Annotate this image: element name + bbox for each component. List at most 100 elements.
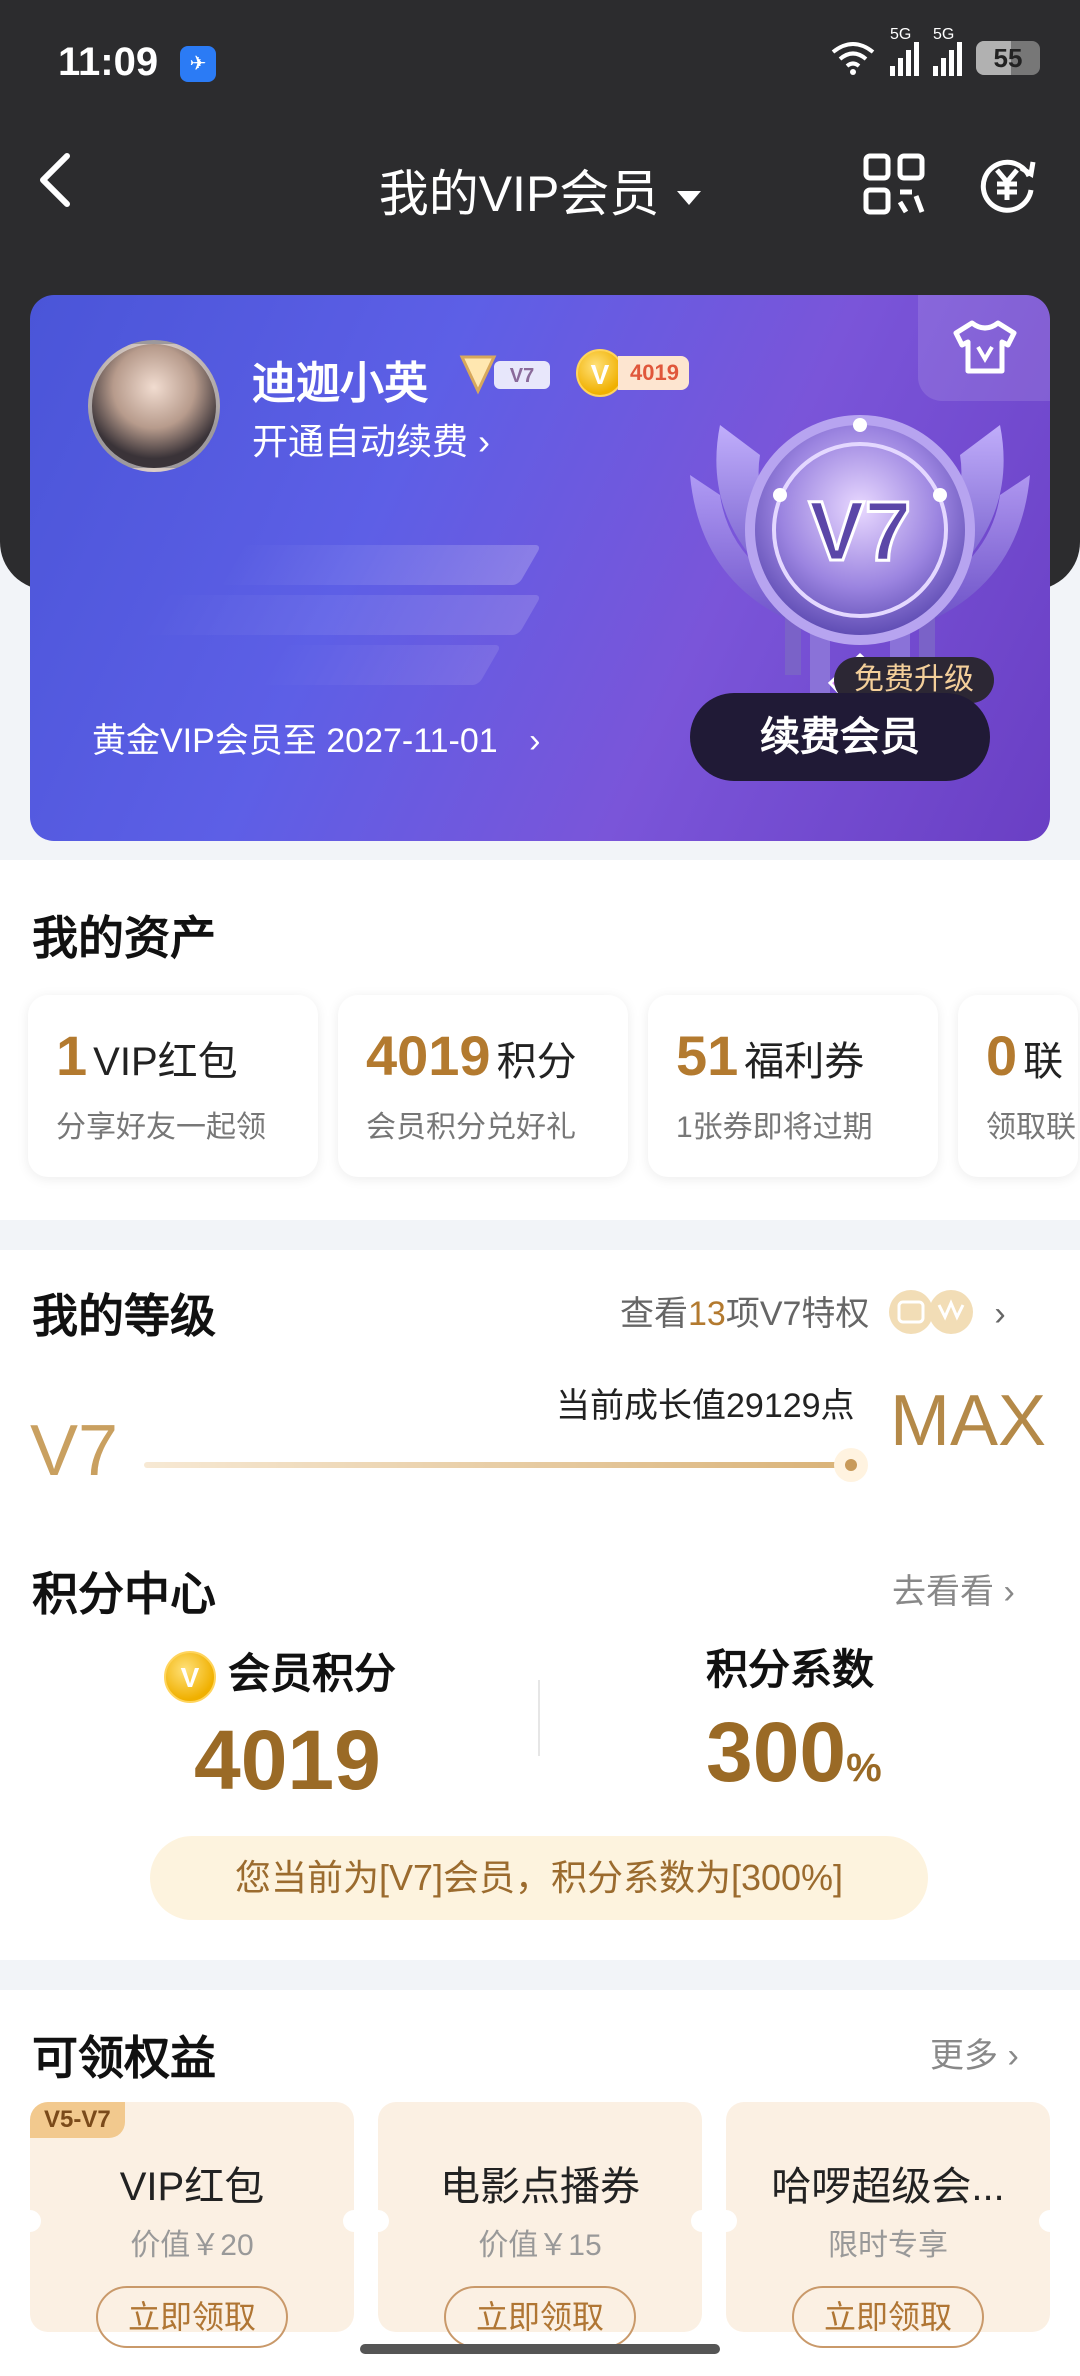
asset-card-coupons[interactable]: 51 福利券 1张券即将过期: [648, 995, 938, 1177]
asset-card-vip-redpacket[interactable]: 1 VIP红包 分享好友一起领: [28, 995, 318, 1177]
assets-title: 我的资产: [32, 912, 216, 964]
level-progress-knob: [834, 1448, 868, 1482]
vip-card: 迪迦小英 V7 V 4019 开通自动续费 › V7 免费升级 续费会员 黄金V…: [30, 295, 1050, 841]
points-coefficient-note: 您当前为[V7]会员，积分系数为[300%]: [150, 1836, 928, 1920]
auto-renew-link[interactable]: 开通自动续费 ›: [252, 413, 490, 465]
benefit-name: 哈啰超级会...: [771, 2165, 1005, 2209]
asset-label: 福利券: [744, 1040, 865, 1084]
benefit-name: VIP红包: [119, 2165, 265, 2209]
points-coefficient-unit: %: [846, 1746, 882, 1790]
asset-label: VIP红包: [93, 1040, 238, 1084]
card-decoration: [218, 545, 542, 585]
status-icons: 5G 5G 55: [830, 26, 1040, 76]
asset-card-points[interactable]: 4019 积分 会员积分兑好礼: [338, 995, 628, 1177]
chevron-right-icon: ›: [994, 1295, 1006, 1333]
current-level: V7: [30, 1411, 119, 1491]
benefits-title: 可领权益: [32, 2032, 216, 2084]
level-badge-text: V7: [510, 365, 534, 387]
asset-sub: 分享好友一起领: [56, 1111, 266, 1144]
v-coin-icon: V: [576, 349, 624, 397]
privileges-count: 13: [688, 1295, 726, 1333]
nav-bar: 我的VIP会员: [0, 130, 1080, 240]
benefit-name: 电影点播券: [440, 2165, 640, 2209]
exchange-yen-icon[interactable]: [975, 152, 1039, 216]
member-points-label-row: V 会员积分: [164, 1640, 396, 1703]
asset-label: 积分: [496, 1040, 577, 1084]
benefit-level-tag: V5-V7: [30, 2102, 125, 2138]
ticket-notch: [367, 2210, 389, 2232]
network-label-2: 5G: [933, 26, 955, 43]
asset-num: 1: [56, 1024, 88, 1087]
privileges-link-suffix: 项V7特权: [725, 1295, 870, 1333]
points-center-more: 去看看: [892, 1573, 994, 1611]
card-decoration: [138, 595, 542, 635]
member-points-label: 会员积分: [228, 1650, 397, 1697]
growth-value: 当前成长值29129点: [556, 1387, 855, 1425]
status-bar: 11:09 ✈ 5G 5G 55: [0, 0, 1080, 120]
level-progress-track: [144, 1462, 852, 1468]
battery-level: 55: [993, 43, 1023, 73]
username: 迪迦小英: [252, 359, 428, 408]
points-center-title: 积分中心: [32, 1568, 216, 1620]
avatar[interactable]: [88, 340, 220, 472]
level-title: 我的等级: [32, 1290, 216, 1342]
card-decoration: [258, 645, 502, 685]
asset-sub: 会员积分兑好礼: [366, 1111, 576, 1144]
chevron-right-icon: ›: [529, 722, 541, 760]
ticket-notch: [343, 2210, 365, 2232]
membership-expiry-link[interactable]: 黄金VIP会员至 2027-11-01 ›: [92, 713, 540, 762]
ticket-notch: [19, 2210, 41, 2232]
benefit-card-movie-coupon[interactable]: 电影点播券 价值￥15 立即领取: [367, 2102, 713, 2348]
ticket-notch: [715, 2210, 737, 2232]
assets-list: 1 VIP红包 分享好友一起领 4019 积分 会员积分兑好礼 51 福利券 1张券即…: [28, 995, 1078, 1177]
benefits-more-link[interactable]: 更多 ›: [930, 2028, 1019, 2077]
claim-button[interactable]: 立即领取: [792, 2286, 984, 2348]
benefit-price: 价值￥20: [130, 2229, 254, 2262]
asset-sub: 领取联: [986, 1111, 1076, 1144]
asset-num: 51: [676, 1024, 739, 1087]
asset-label: 联: [1023, 1040, 1064, 1084]
ticket-notch: [1039, 2210, 1061, 2232]
asset-sub: 1张券即将过期: [676, 1111, 873, 1144]
claim-button[interactable]: 立即领取: [96, 2286, 288, 2348]
max-level: MAX: [890, 1381, 1047, 1461]
benefit-card-hello-membership[interactable]: 哈啰超级会... 限时专享 立即领取: [715, 2102, 1061, 2348]
qr-code-icon[interactable]: [862, 152, 926, 216]
privilege-badges-icon: [885, 1287, 985, 1346]
member-points-value: 4019: [194, 1713, 381, 1807]
v-coin-icon: V: [164, 1650, 216, 1703]
benefit-card-vip-redpacket[interactable]: V5-V7 VIP红包 价值￥20 立即领取: [19, 2102, 365, 2348]
ticket-notch: [691, 2210, 713, 2232]
privileges-link-prefix: 查看: [620, 1295, 688, 1333]
membership-expiry: 黄金VIP会员至 2027-11-01: [92, 722, 498, 760]
notification-app-icon: ✈: [180, 46, 216, 82]
renew-membership-button[interactable]: 续费会员: [690, 693, 990, 781]
home-indicator[interactable]: [360, 2344, 720, 2354]
points-coefficient: 300%: [706, 1704, 882, 1801]
wifi-icon: [831, 42, 875, 75]
signal-icon-2: 5G: [933, 26, 962, 76]
benefits-more: 更多: [930, 2037, 998, 2075]
points-coefficient-value: 300: [706, 1705, 847, 1799]
medal-level-text: V7: [809, 484, 912, 578]
caret-down-icon: [677, 190, 702, 205]
battery-icon: 55: [976, 41, 1040, 75]
asset-num: 4019: [366, 1024, 491, 1087]
chevron-right-icon: ›: [1003, 1573, 1015, 1611]
status-time: 11:09: [58, 40, 159, 84]
chevron-right-icon: ›: [478, 421, 491, 462]
divider: [538, 1680, 540, 1756]
network-label-1: 5G: [890, 26, 912, 43]
claim-button[interactable]: 立即领取: [444, 2286, 636, 2348]
auto-renew-label: 开通自动续费: [252, 421, 469, 462]
points-coefficient-label: 积分系数: [706, 1646, 875, 1693]
asset-num: 0: [986, 1024, 1018, 1087]
benefit-price: 限时专享: [828, 2229, 948, 2262]
points-center-link[interactable]: 去看看 ›: [892, 1564, 1015, 1613]
signal-icon-1: 5G: [890, 26, 919, 76]
v7-privileges-link[interactable]: 查看13项V7特权 ›: [620, 1286, 1006, 1346]
level-badge-icon: V7: [459, 355, 550, 395]
benefit-price: 价值￥15: [478, 2229, 602, 2262]
chevron-right-icon: ›: [1007, 2037, 1019, 2075]
asset-card-partner[interactable]: 0联 领取联: [958, 995, 1078, 1177]
